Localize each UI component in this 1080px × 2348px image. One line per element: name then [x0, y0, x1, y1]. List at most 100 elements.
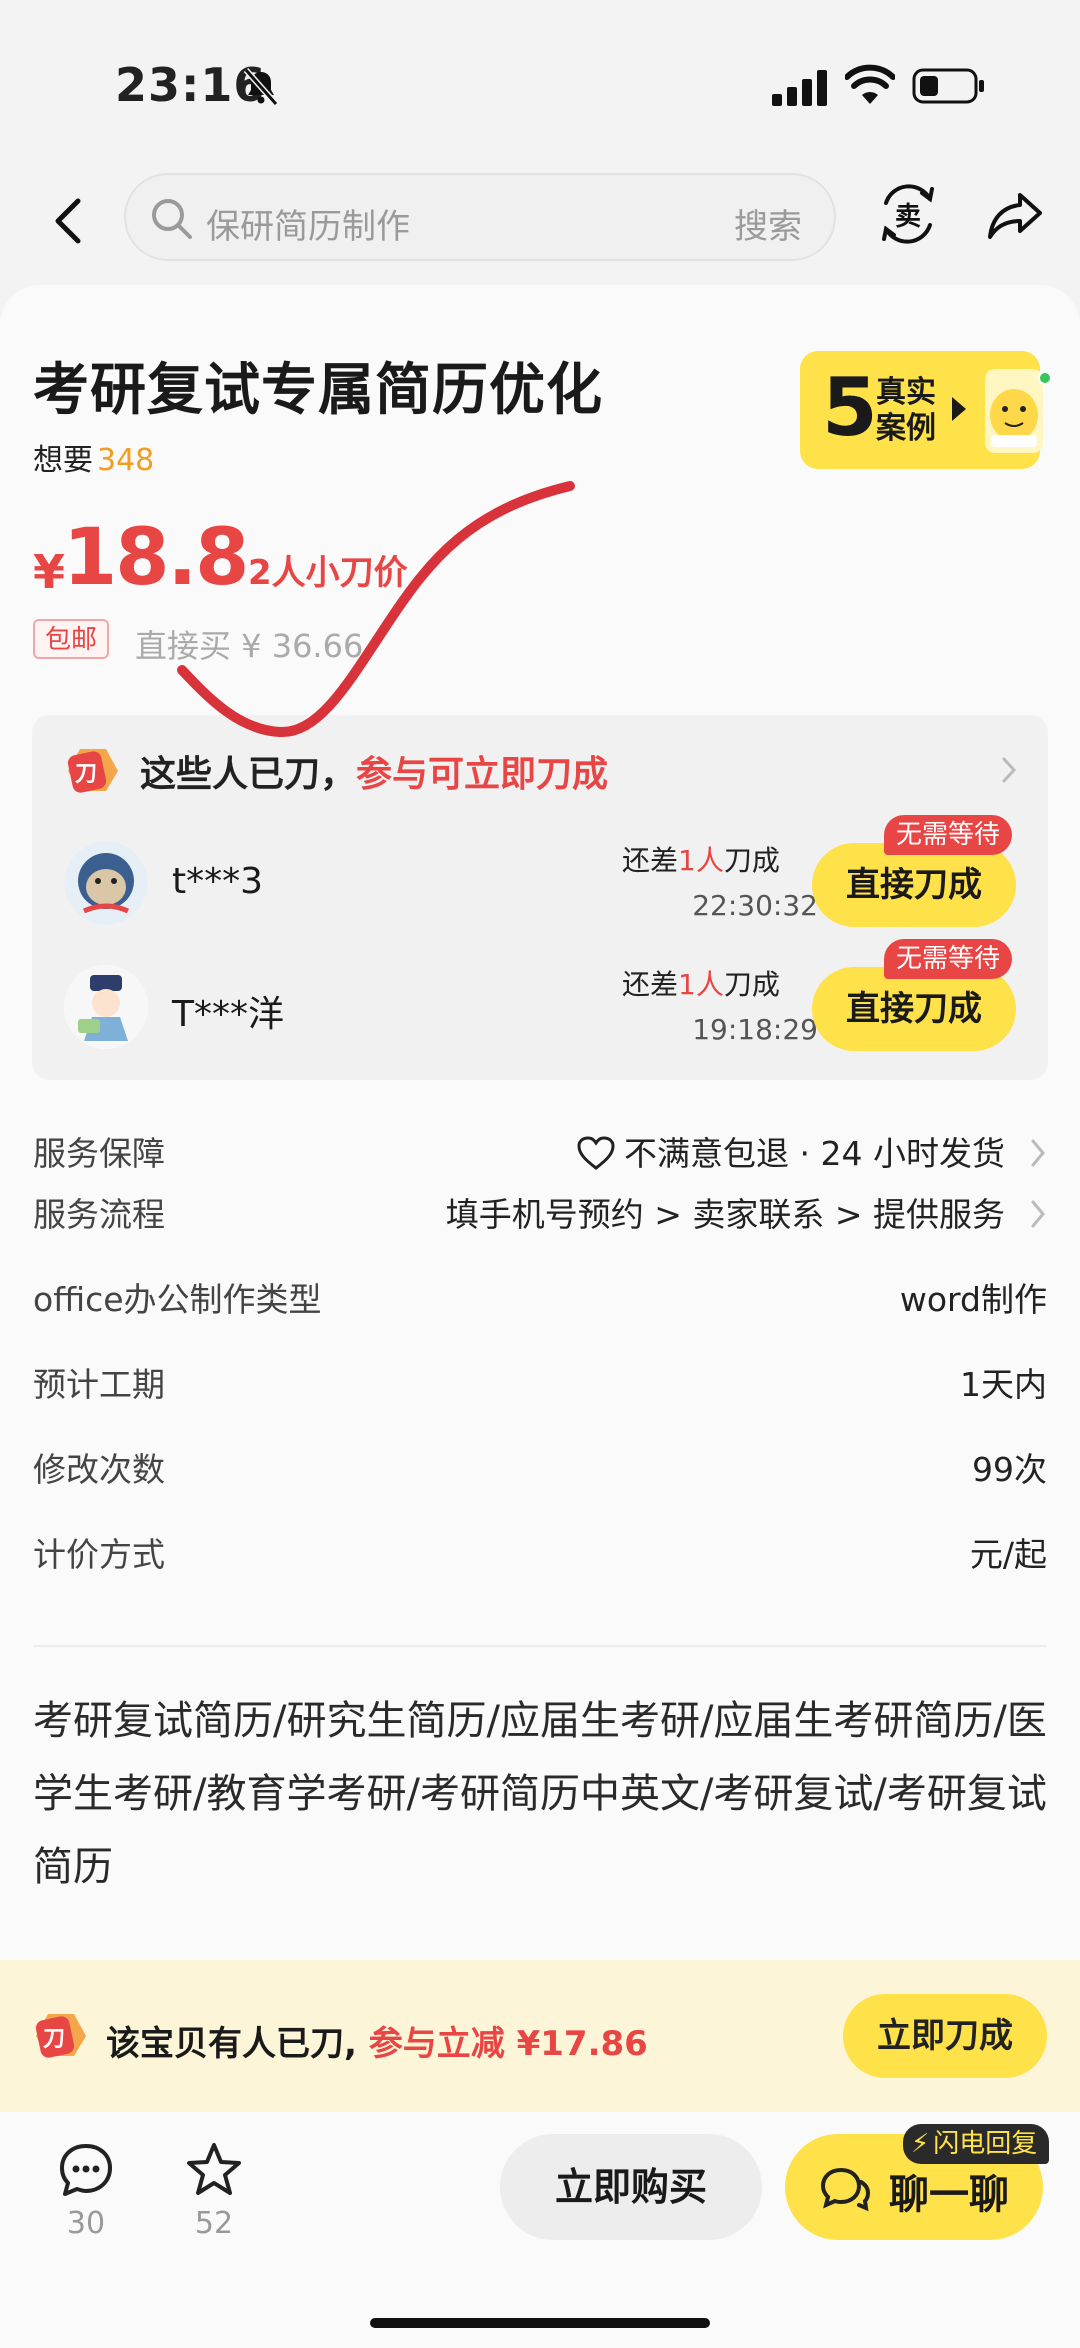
bargain-row: T***洋 还差1人刀成 19:18:29 直接刀成 无需等待: [32, 939, 1048, 1067]
still-need-prefix: 还差: [622, 844, 679, 877]
info-value: 元/起: [969, 1535, 1047, 1574]
bell-muted-icon: [243, 68, 279, 106]
countdown: 19:18:29: [692, 1013, 818, 1046]
promo-highlight: 参与立减 ¥17.86: [356, 2024, 648, 2064]
promo-bar: 刀 该宝贝有人已刀, 参与立减 ¥17.86 立即刀成: [0, 1960, 1080, 2112]
info-row-revisions: 修改次数 99次: [33, 1443, 1047, 1503]
comment-button[interactable]: 30: [46, 2140, 126, 2241]
price-tag: 2人小刀价: [248, 553, 408, 593]
chevron-right-icon[interactable]: [1000, 755, 1018, 785]
case-label: 真实案例: [876, 375, 936, 446]
info-row-pricing: 计价方式 元/起: [33, 1528, 1047, 1588]
still-need-prefix: 还差: [622, 968, 679, 1001]
avatar[interactable]: [64, 965, 148, 1049]
product-title: 考研复试专属简历优化: [33, 358, 603, 423]
battery-icon: [912, 68, 984, 104]
price: 18.8: [63, 513, 249, 603]
svg-text:刀: 刀: [43, 2027, 65, 2052]
knife-icon: 刀: [67, 749, 118, 793]
free-shipping-badge: 包邮: [33, 619, 110, 659]
info-row-duration: 预计工期 1天内: [33, 1358, 1047, 1418]
flash-reply-badge: ⚡ 闪电回复: [903, 2124, 1050, 2164]
info-value: 不满意包退 · 24 小时发货: [576, 1127, 1005, 1175]
info-label: 修改次数: [33, 1450, 165, 1489]
product-description: 考研复试简历/研究生简历/应届生考研/应届生考研简历/医学生考研/教育学考研/考…: [33, 1698, 1047, 1890]
info-label: 计价方式: [33, 1535, 165, 1574]
info-label: 服务保障: [33, 1134, 165, 1173]
wifi-icon: [845, 64, 895, 104]
still-need: 还差1人刀成: [622, 963, 780, 1003]
info-value: 1天内: [960, 1365, 1047, 1404]
chevron-right-icon: [1031, 1200, 1045, 1228]
bargain-header-highlight: 参与可立即刀成: [356, 754, 609, 795]
info-label: 预计工期: [33, 1365, 165, 1404]
direct-cut-button[interactable]: 直接刀成: [812, 843, 1016, 927]
info-value: word制作: [899, 1280, 1047, 1319]
search-icon: [152, 199, 192, 239]
heart-icon: [577, 1136, 615, 1170]
flash-reply-text: 闪电回复: [933, 2129, 1038, 2159]
online-dot: [1038, 371, 1052, 385]
info-value: 填手机号预约 > 卖家联系 > 提供服务: [445, 1195, 1005, 1234]
signal-icon: [772, 70, 827, 106]
countdown: 22:30:32: [692, 889, 818, 922]
chevron-right-icon: [1031, 1139, 1045, 1167]
info-row-office-type: office办公制作类型 word制作: [33, 1273, 1047, 1333]
info-row-process[interactable]: 服务流程 填手机号预约 > 卖家联系 > 提供服务: [33, 1188, 1047, 1248]
bargain-header: 这些人已刀，参与可立即刀成: [140, 745, 608, 797]
info-label: 服务流程: [33, 1195, 165, 1234]
promo-prefix: 该宝贝有人已刀,: [106, 2024, 357, 2064]
bargain-row: t***3 还差1人刀成 22:30:32 直接刀成 无需等待: [32, 815, 1048, 943]
bottom-bar: 30 52 立即购买 聊一聊 ⚡ 闪电回复: [0, 2112, 1080, 2348]
buy-now-button[interactable]: 立即购买: [500, 2134, 762, 2240]
real-cases-badge[interactable]: 5 真实案例: [800, 351, 1052, 469]
direct-cut-button[interactable]: 直接刀成: [812, 967, 1016, 1051]
favorite-button[interactable]: 52: [174, 2140, 254, 2241]
user-name: t***3: [172, 861, 264, 902]
info-label: office办公制作类型: [33, 1280, 322, 1319]
search-button[interactable]: 搜索: [734, 199, 802, 248]
divider: [33, 1645, 1047, 1647]
want-label: 想要: [33, 443, 93, 478]
share-icon[interactable]: [986, 187, 1044, 243]
home-indicator: [370, 2318, 710, 2328]
instant-cut-button[interactable]: 立即刀成: [843, 1994, 1047, 2078]
no-wait-badge: 无需等待: [884, 939, 1013, 979]
chat-icon: [820, 2167, 871, 2212]
back-icon[interactable]: [46, 189, 90, 253]
comment-count: 30: [66, 2206, 106, 2241]
star-icon: [187, 2143, 241, 2195]
svg-text:刀: 刀: [75, 762, 97, 787]
knife-icon: 刀: [35, 2014, 86, 2058]
bargain-box[interactable]: 刀 这些人已刀，参与可立即刀成 t***3 还差1人刀成 22:30:32 直接…: [32, 715, 1048, 1080]
still-need-count: 1人: [678, 968, 724, 1001]
promo-text: 该宝贝有人已刀, 参与立减 ¥17.86: [106, 2016, 648, 2065]
bargain-header-prefix: 这些人已刀，: [140, 754, 357, 795]
avatar[interactable]: [64, 841, 148, 925]
no-wait-badge: 无需等待: [884, 815, 1013, 855]
user-name: T***洋: [172, 994, 284, 1035]
favorite-count: 52: [194, 2206, 234, 2241]
case-count: 5: [822, 361, 878, 454]
info-row-guarantee[interactable]: 服务保障 不满意包退 · 24 小时发货: [33, 1127, 1047, 1187]
search-box[interactable]: 保研简历制作 搜索: [124, 173, 836, 261]
chat-button-label: 聊一聊: [889, 2172, 1009, 2218]
play-arrow-icon: [952, 397, 966, 421]
mascot-icon: [985, 369, 1043, 453]
want-row: 想要 348: [33, 435, 154, 479]
still-need: 还差1人刀成: [622, 839, 780, 879]
svg-text:卖: 卖: [895, 202, 921, 232]
still-need-count: 1人: [678, 844, 724, 877]
comment-icon: [60, 2144, 112, 2196]
search-input[interactable]: 保研简历制作: [206, 199, 410, 248]
still-need-suffix: 刀成: [723, 968, 780, 1001]
price-symbol: ¥: [33, 545, 66, 599]
nav-bar: 保研简历制作 搜索 卖: [0, 165, 1080, 285]
sell-icon[interactable]: 卖: [876, 179, 940, 249]
status-bar: 23:16: [0, 0, 1080, 165]
info-value-text: 不满意包退 · 24 小时发货: [624, 1134, 1005, 1173]
want-count: 348: [97, 443, 155, 478]
still-need-suffix: 刀成: [723, 844, 780, 877]
product-card: 考研复试专属简历优化 想要 348 5 真实案例 ¥ 18.8 2人小刀价 包邮 …: [0, 285, 1080, 1960]
direct-buy-price: 直接买 ¥ 36.66: [135, 627, 364, 665]
